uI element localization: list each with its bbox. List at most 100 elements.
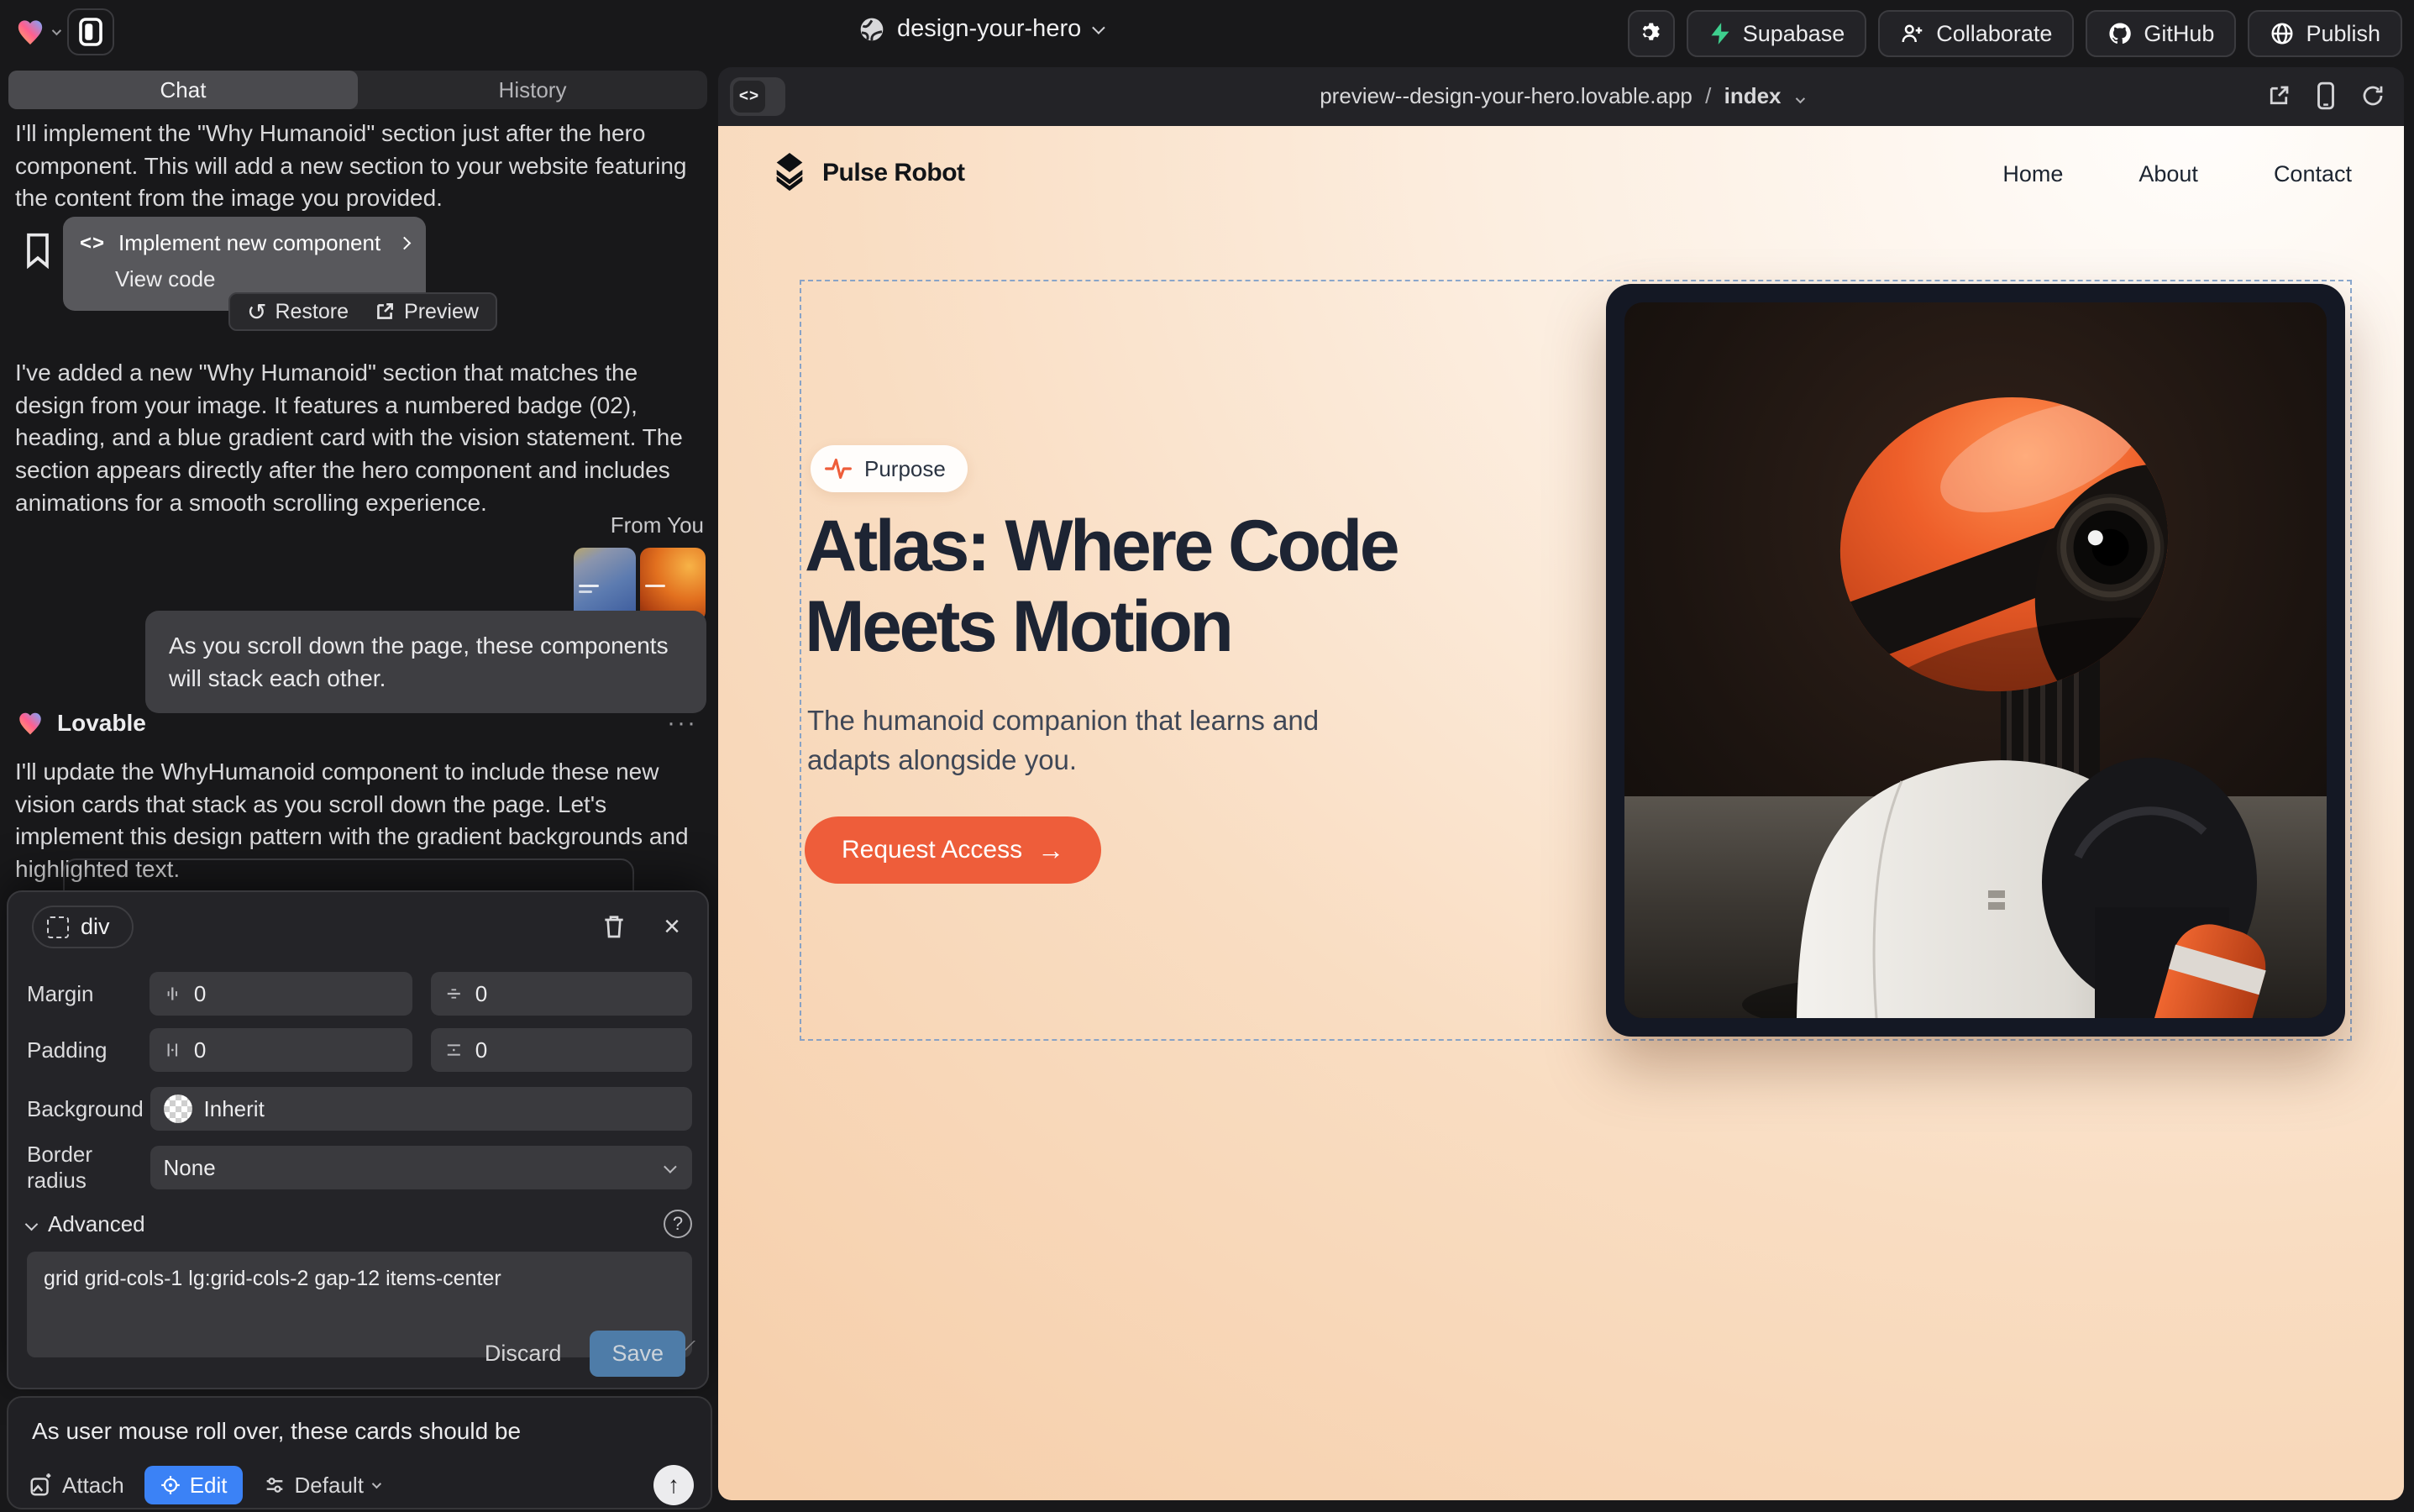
project-name: design-your-hero [897,15,1081,43]
site-canvas: Pulse Robot Home About Contact Purpose A… [718,126,2404,1500]
padding-x-field[interactable] [150,1028,412,1072]
badge-label: Purpose [864,456,946,482]
close-icon[interactable]: × [664,912,680,941]
arrow-right-icon: → [1037,835,1064,866]
publish-globe-icon [2270,21,2295,46]
save-button[interactable]: Save [590,1331,685,1377]
chevron-down-icon [372,1479,381,1488]
margin-y-icon [444,983,464,1005]
advanced-toggle[interactable]: Advanced [48,1211,145,1237]
agent-header: Lovable ··· [15,708,697,738]
request-access-button[interactable]: Request Access → [805,816,1101,884]
preview-toolbar: <> preview--design-your-hero.lovable.app… [718,67,2404,126]
tab-chat[interactable]: Chat [8,71,358,109]
background-value: Inherit [204,1096,265,1122]
lovable-editor-window: design-your-hero Supabase [0,0,2414,1512]
model-mode-select[interactable]: Default [263,1473,379,1499]
gear-icon [1639,21,1664,46]
site-header: Pulse Robot Home About Contact [718,126,2404,227]
site-nav: Home About Contact [2002,161,2352,187]
supabase-button[interactable]: Supabase [1687,10,1867,57]
element-tag: div [81,914,110,940]
padding-y-icon [444,1039,464,1061]
preview-url-bar[interactable]: preview--design-your-hero.lovable.app / … [718,83,2404,109]
user-message-bubble: As you scroll down the page, these compo… [145,611,706,713]
padding-y-field[interactable] [431,1028,692,1072]
pulse-icon [824,454,853,483]
tab-history[interactable]: History [358,71,707,109]
restore-button[interactable]: ↺ Restore [247,298,349,326]
margin-y-input[interactable] [475,981,679,1007]
nav-about[interactable]: About [2138,161,2198,187]
thumbnail-text-mark [645,585,665,587]
refresh-icon[interactable] [2360,83,2385,108]
help-icon[interactable]: ? [664,1210,692,1238]
hero-image-card[interactable] [1606,284,2345,1037]
chevron-down-icon [1092,21,1105,34]
chevron-down-icon [25,1217,39,1231]
send-button[interactable]: ↑ [653,1465,694,1505]
version-hover-toolbar: ↺ Restore Preview [228,292,497,331]
preview-host: preview--design-your-hero.lovable.app [1320,83,1692,108]
view-code-link[interactable]: View code [115,266,409,292]
chat-sidebar: Chat History I'll implement the "Why Hum… [0,67,712,1512]
settings-sliders-icon [263,1473,286,1497]
mobile-device-icon[interactable] [2315,81,2337,110]
attach-image-icon [29,1473,54,1498]
open-in-new-icon[interactable] [2266,83,2291,108]
margin-label: Margin [27,981,150,1007]
hero-subheading: The humanoid companion that learns and a… [807,701,1395,780]
attach-button[interactable]: Attach [29,1473,124,1499]
chat-input[interactable] [32,1418,687,1455]
thumbnail-text-mark [579,591,592,593]
element-inspector-panel: div × Margin [7,890,709,1389]
hero-heading: Atlas: Where Code Meets Motion [805,506,1397,668]
trash-icon[interactable] [601,913,627,940]
element-icon [47,916,69,938]
bookmark-icon [24,232,52,269]
edit-target-icon [160,1474,181,1496]
assistant-message: I'll implement the "Why Humanoid" sectio… [15,118,687,215]
lovable-heart-icon [13,15,47,49]
external-link-icon [374,301,396,323]
border-radius-select[interactable]: None [150,1146,692,1189]
margin-x-input[interactable] [194,981,399,1007]
site-brand[interactable]: Pulse Robot [770,151,965,195]
project-switcher[interactable]: design-your-hero [858,15,1102,43]
chat-composer: Attach Edit Default [7,1396,712,1509]
thumbnail-text-mark [579,585,599,587]
layers-logo-icon [770,151,809,195]
chevron-down-icon [52,26,61,35]
github-icon [2107,21,2133,46]
lovable-heart-icon [15,708,45,738]
arrow-up-icon: ↑ [668,1472,680,1499]
margin-x-field[interactable] [150,972,412,1016]
border-radius-value: None [164,1155,216,1181]
padding-label: Padding [27,1037,150,1063]
margin-y-field[interactable] [431,972,692,1016]
toggle-sidebar-button[interactable] [67,8,114,55]
margin-x-icon [163,983,182,1005]
preview-button[interactable]: Preview [374,300,479,324]
nav-contact[interactable]: Contact [2274,161,2352,187]
padding-y-input[interactable] [475,1037,679,1063]
nav-home[interactable]: Home [2002,161,2063,187]
chevron-right-icon [398,237,412,250]
padding-x-input[interactable] [194,1037,399,1063]
path-separator: / [1705,83,1711,108]
selected-element-chip[interactable]: div [32,906,134,948]
settings-button[interactable] [1628,10,1675,57]
collaborate-button[interactable]: Collaborate [1878,10,2074,57]
edit-mode-button[interactable]: Edit [144,1466,243,1504]
supabase-icon [1708,21,1732,46]
discard-button[interactable]: Discard [485,1341,562,1367]
publish-button[interactable]: Publish [2248,10,2402,57]
background-field[interactable]: Inherit [150,1087,692,1131]
component-card-title: Implement new component [118,230,380,256]
more-menu-icon[interactable]: ··· [667,709,697,738]
github-button[interactable]: GitHub [2086,10,2236,57]
lovable-menu-button[interactable] [13,15,59,49]
brand-name: Pulse Robot [822,159,965,187]
sidebar-toggle-icon [78,17,103,47]
background-label: Background [27,1096,150,1122]
